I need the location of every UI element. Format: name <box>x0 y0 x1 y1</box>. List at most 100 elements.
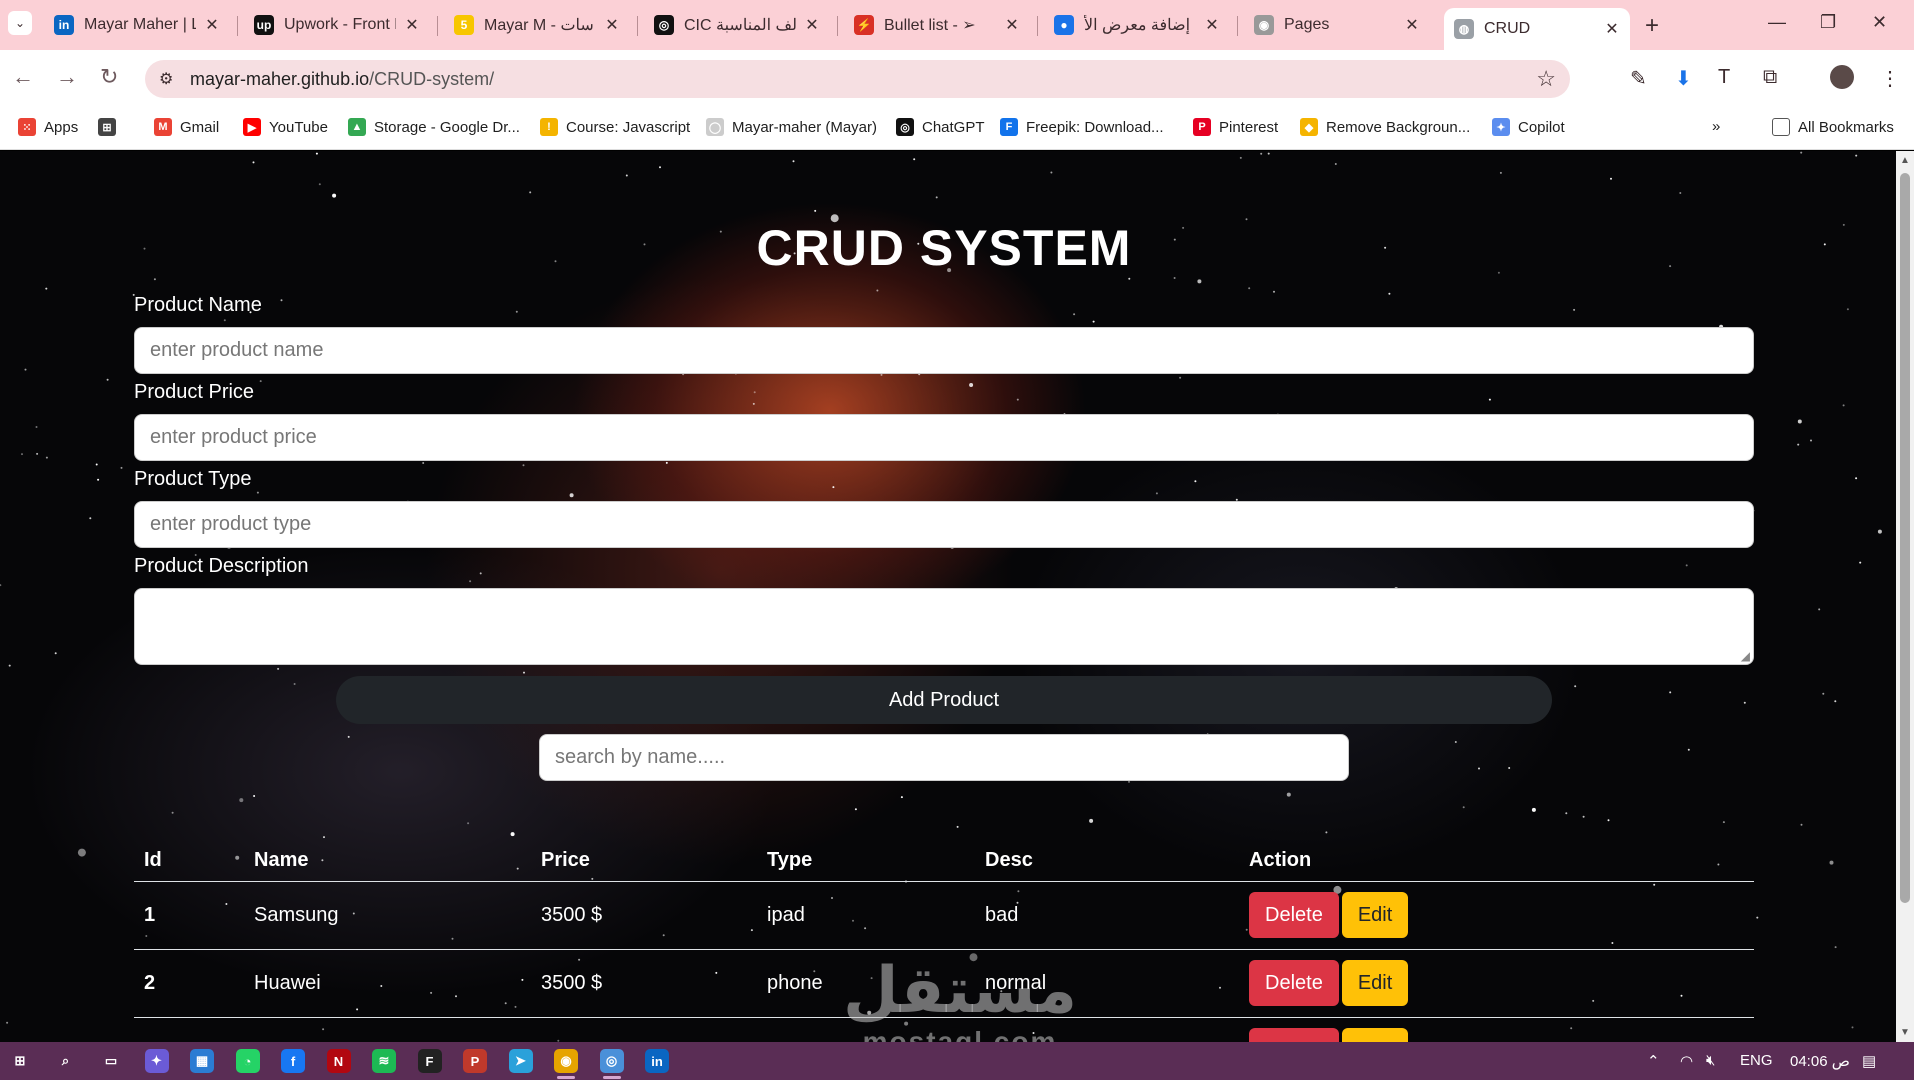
close-window-icon[interactable]: ✕ <box>1872 12 1887 33</box>
delete-button[interactable]: Delete <box>1249 960 1339 1006</box>
tab-search-dropdown[interactable]: ⌄ <box>8 11 32 35</box>
star-dot <box>1797 419 1802 424</box>
tab-8[interactable]: ◍ CRUD ✕ <box>1444 8 1630 50</box>
scrollbar-thumb[interactable] <box>1900 173 1910 903</box>
bookmark-6[interactable]: ! Course: Javascript <box>540 118 690 136</box>
spotify-icon[interactable]: ≋ <box>372 1049 396 1073</box>
telegram-icon[interactable]: ➤ <box>508 1049 533 1073</box>
bookmark-label: ChatGPT <box>922 118 985 136</box>
wifi-icon[interactable]: ◠ <box>1680 1052 1693 1070</box>
bookmark-11[interactable]: ◆ Remove Backgroun... <box>1300 118 1470 136</box>
profile-avatar[interactable] <box>1830 65 1854 89</box>
tab-close-icon[interactable]: ✕ <box>804 15 820 35</box>
notifications-icon[interactable]: ▤ <box>1862 1052 1876 1070</box>
tab-2[interactable]: up Upwork - Front E ✕ <box>244 8 430 42</box>
bookmark-8[interactable]: ◎ ChatGPT <box>896 118 985 136</box>
bookmarks-overflow-icon[interactable]: » <box>1712 118 1720 135</box>
star-dot <box>1679 192 1682 194</box>
bookmark-2[interactable]: ⊞ <box>98 118 124 136</box>
extensions-puzzle-icon[interactable]: ⧉ <box>1763 66 1777 89</box>
drive-icon: ▲ <box>348 118 366 136</box>
language-indicator[interactable]: ENG <box>1740 1052 1773 1069</box>
bookmark-5[interactable]: ▲ Storage - Google Dr... <box>348 118 520 136</box>
store-icon[interactable]: ▦ <box>190 1049 214 1073</box>
forward-icon[interactable]: → <box>56 64 78 90</box>
bookmark-star-icon[interactable]: ☆ <box>1536 66 1556 92</box>
new-tab-plus-icon[interactable]: + <box>1645 12 1659 40</box>
tab-7[interactable]: ◉ Pages ✕ <box>1244 8 1430 42</box>
product-description-textarea[interactable]: ◢ <box>134 588 1754 665</box>
scroll-down-icon[interactable]: ▼ <box>1900 1027 1910 1038</box>
download-icon[interactable]: ⬇ <box>1675 66 1692 91</box>
circle-icon: ● <box>1054 15 1074 35</box>
page-scrollbar[interactable]: ▲ ▼ <box>1896 151 1914 1042</box>
scroll-up-icon[interactable]: ▲ <box>1900 155 1910 166</box>
bookmark-1[interactable]: ⁙ Apps <box>18 118 78 136</box>
app-icon[interactable]: ◎ <box>599 1049 624 1073</box>
reload-icon[interactable]: ↻ <box>100 64 118 90</box>
product-type-input[interactable]: enter product type <box>134 501 1754 548</box>
delete-button[interactable]: Delete <box>1249 1028 1339 1042</box>
star-dot <box>1877 529 1882 534</box>
product-price-input[interactable]: enter product price <box>134 414 1754 461</box>
whatsapp-icon[interactable]: ◔ <box>235 1049 260 1073</box>
linkedin-icon[interactable]: in <box>645 1049 669 1073</box>
bookmark-7[interactable]: ◯ Mayar-maher (Mayar) <box>706 118 877 136</box>
cell-name: Samsung <box>244 881 531 950</box>
back-icon[interactable]: ← <box>12 64 34 90</box>
restore-icon[interactable]: ❐ <box>1820 12 1836 33</box>
bookmark-10[interactable]: P Pinterest <box>1193 118 1278 136</box>
bookmark-12[interactable]: ✦ Copilot <box>1492 118 1565 136</box>
tab-close-icon[interactable]: ✕ <box>1204 15 1220 35</box>
star-dot <box>1855 154 1858 157</box>
star-dot <box>1756 916 1759 919</box>
facebook-icon[interactable]: f <box>281 1049 305 1073</box>
volume-muted-icon[interactable]: 🔇︎ <box>1706 1052 1715 1069</box>
show-hidden-icons[interactable]: ⌃ <box>1647 1052 1660 1070</box>
tab-1[interactable]: in Mayar Maher | L ✕ <box>44 8 230 42</box>
site-info-icon[interactable]: ⚙ <box>159 69 173 89</box>
tab-close-icon[interactable]: ✕ <box>604 15 620 35</box>
resize-grip-icon[interactable]: ◢ <box>1741 649 1750 663</box>
star-dot <box>277 667 280 670</box>
translate-extension-icon[interactable]: T <box>1718 66 1730 89</box>
edit-button[interactable]: Edit <box>1341 960 1409 1006</box>
tab-3[interactable]: 5 Mayar M - سات ✕ <box>444 8 630 42</box>
add-product-button[interactable]: Add Product <box>336 676 1552 724</box>
tab-5[interactable]: ⚡ Bullet list - ➢ ✕ <box>844 8 1030 42</box>
star-dot <box>814 209 817 212</box>
bookmark-9[interactable]: F Freepik: Download... <box>1000 118 1164 136</box>
clock[interactable]: 04:06 ص <box>1790 1052 1850 1070</box>
search-icon[interactable]: ⌕ <box>54 1049 78 1073</box>
all-bookmarks-label: All Bookmarks <box>1798 118 1894 136</box>
star-dot <box>1743 701 1746 704</box>
tab-close-icon[interactable]: ✕ <box>204 15 220 35</box>
tab-close-icon[interactable]: ✕ <box>1604 19 1620 39</box>
edit-button[interactable]: Edit <box>1341 1028 1409 1042</box>
pdf-icon[interactable]: P <box>463 1049 487 1073</box>
tab-title: Pages <box>1284 16 1330 33</box>
delete-button[interactable]: Delete <box>1249 892 1339 938</box>
figma-icon[interactable]: F <box>417 1049 442 1073</box>
task-view-icon[interactable]: ▭ <box>99 1049 123 1073</box>
product-name-input[interactable]: enter product name <box>134 327 1754 374</box>
start-icon[interactable]: ⊞ <box>8 1049 32 1073</box>
edit-button[interactable]: Edit <box>1341 892 1409 938</box>
all-bookmarks-folder[interactable]: All Bookmarks <box>1772 118 1894 136</box>
star-dot <box>792 160 795 163</box>
menu-kebab-icon[interactable]: ⋮ <box>1880 66 1900 91</box>
pen-extension-icon[interactable]: ✎ <box>1630 66 1647 91</box>
tab-close-icon[interactable]: ✕ <box>404 15 420 35</box>
bookmark-3[interactable]: M Gmail <box>154 118 219 136</box>
copilot-icon[interactable]: ✦ <box>144 1049 169 1073</box>
search-input[interactable]: search by name..... <box>539 734 1349 781</box>
tab-6[interactable]: ● إضافة معرض الأ ✕ <box>1044 8 1230 42</box>
minimize-icon[interactable]: — <box>1768 12 1786 33</box>
address-bar[interactable]: ⚙ mayar-maher.github.io/CRUD-system/ ☆ <box>145 60 1570 98</box>
netflix-icon[interactable]: N <box>326 1049 351 1073</box>
tab-close-icon[interactable]: ✕ <box>1404 15 1420 35</box>
tab-4[interactable]: ◎ CIC الألف المناسبة ✕ <box>644 8 830 42</box>
bookmark-4[interactable]: ▶ YouTube <box>243 118 328 136</box>
chrome-icon[interactable]: ◉ <box>554 1049 578 1073</box>
tab-close-icon[interactable]: ✕ <box>1004 15 1020 35</box>
